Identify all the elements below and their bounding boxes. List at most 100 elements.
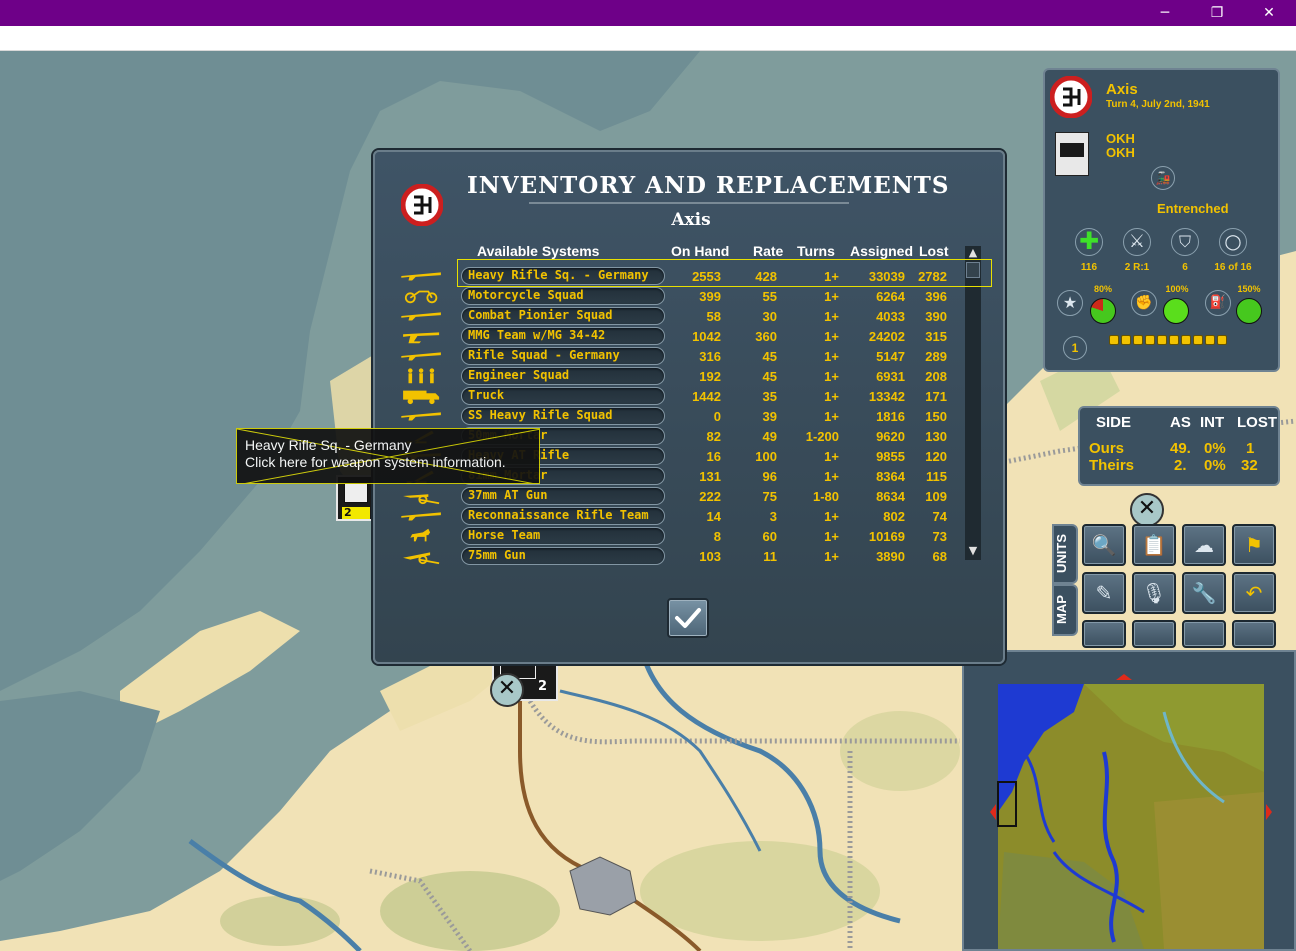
inventory-row[interactable]: SS Heavy Rifle Squad 0 39 1+ 1816 150	[375, 406, 975, 426]
col-lost[interactable]: Lost	[919, 243, 949, 259]
system-name[interactable]: MMG Team w/MG 34-42	[468, 328, 605, 342]
tab-units[interactable]: UNITS	[1052, 524, 1078, 584]
maximize-button[interactable]: ❐	[1194, 0, 1240, 26]
inventory-row[interactable]: Motorcycle Squad 399 55 1+ 6264 396	[375, 286, 975, 306]
on-hand-value: 192	[699, 369, 721, 384]
ok-button[interactable]	[667, 598, 709, 638]
window-titlebar: ─ ❐ ✕	[0, 0, 1296, 26]
col-turns[interactable]: Turns	[797, 243, 835, 259]
assigned-value: 802	[883, 509, 905, 524]
inventory-row[interactable]: Horse Team 8 60 1+ 10169 73	[375, 526, 975, 546]
col-available-systems[interactable]: Available Systems	[477, 243, 599, 259]
clipboard-tools-icon[interactable]: ✎	[1082, 572, 1126, 614]
on-hand-value: 16	[706, 449, 721, 464]
combat-ratio-icon[interactable]: ⚔	[1123, 228, 1151, 256]
turns-value: 1+	[824, 349, 839, 364]
minimize-button[interactable]: ─	[1142, 0, 1188, 26]
hq-name-secondary: OKH	[1106, 145, 1135, 160]
rifle-icon[interactable]	[397, 507, 447, 525]
inventory-row[interactable]: Truck 1442 35 1+ 13342 171	[375, 386, 975, 406]
flag-icon[interactable]: ⚑	[1232, 524, 1276, 566]
rifle-icon[interactable]	[397, 267, 447, 285]
train-icon[interactable]: 🚂	[1151, 166, 1175, 190]
close-button[interactable]: ✕	[1246, 0, 1292, 26]
unit-strength: 2	[538, 679, 548, 694]
microphone-icon[interactable]: 🎙	[1132, 572, 1176, 614]
system-name[interactable]: Combat Pionier Squad	[468, 308, 613, 322]
machine-gun-icon[interactable]	[397, 327, 447, 345]
list-scrollbar[interactable]	[965, 246, 981, 560]
horse-icon[interactable]	[397, 527, 447, 545]
inventory-row[interactable]: 75mm Gun 103 11 1+ 3890 68	[375, 546, 975, 566]
scroll-down-icon[interactable]: ▼	[965, 544, 981, 558]
assigned-value: 13342	[868, 389, 905, 404]
rifle-icon[interactable]	[397, 347, 447, 365]
system-name[interactable]: Engineer Squad	[468, 368, 569, 382]
turns-value: 1+	[824, 509, 839, 524]
truck-icon[interactable]	[397, 387, 447, 405]
system-name[interactable]: Truck	[468, 388, 504, 402]
assigned-value: 8634	[876, 489, 905, 504]
assigned-value: 1816	[876, 409, 905, 424]
summary-header-lost: LOST	[1237, 414, 1277, 431]
shield-icon[interactable]: ⛉	[1171, 228, 1199, 256]
ring-icon[interactable]: ○	[1219, 228, 1247, 256]
engineers-icon[interactable]	[397, 367, 447, 385]
clipboard-wrench-icon[interactable]: 🔧	[1182, 572, 1226, 614]
system-name[interactable]: SS Heavy Rifle Squad	[468, 408, 613, 422]
scroll-up-icon[interactable]: ▲	[965, 246, 981, 260]
hq-name-primary: OKH	[1106, 131, 1135, 146]
inventory-row[interactable]: Engineer Squad 192 45 1+ 6931 208	[375, 366, 975, 386]
col-assigned[interactable]: Assigned	[850, 243, 913, 259]
fuel-icon[interactable]: ⛽	[1205, 290, 1231, 316]
system-name[interactable]: Reconnaissance Rifle Team	[468, 508, 649, 522]
rate-value: 11	[763, 549, 777, 564]
step-dot	[1145, 335, 1155, 345]
clipboard-icon[interactable]: 📋	[1132, 524, 1176, 566]
fist-icon[interactable]: ✊	[1131, 290, 1157, 316]
system-name[interactable]: Motorcycle Squad	[468, 288, 584, 302]
dialog-side-label: Axis	[671, 210, 711, 230]
tool-button-partial[interactable]	[1182, 620, 1226, 648]
system-name[interactable]: 37mm AT Gun	[468, 488, 547, 502]
combat-marker-icon[interactable]: ✕	[490, 673, 524, 707]
inventory-row[interactable]: MMG Team w/MG 34-42 1042 360 1+ 24202 315	[375, 326, 975, 346]
magnifier-icon[interactable]: 🔍	[1082, 524, 1126, 566]
turns-value: 1+	[824, 329, 839, 344]
motorcycle-icon[interactable]	[397, 287, 447, 305]
field-gun-icon[interactable]	[397, 547, 447, 565]
tool-panel: UNITS MAP 🔍 📋 ☁ ⚑ ✎ 🎙 🔧 ↶	[1052, 520, 1280, 650]
system-name[interactable]: 75mm Gun	[468, 548, 526, 562]
hq-counter-icon[interactable]	[1055, 132, 1089, 176]
rifle-icon[interactable]	[397, 307, 447, 325]
rifle-icon[interactable]	[397, 407, 447, 425]
tool-button-partial[interactable]	[1132, 620, 1176, 648]
weather-icon[interactable]: ☁	[1182, 524, 1226, 566]
col-on-hand[interactable]: On Hand	[671, 243, 729, 259]
tab-map[interactable]: MAP	[1052, 584, 1078, 636]
experience-level-badge[interactable]: 1	[1063, 336, 1087, 360]
undo-icon[interactable]: ↶	[1232, 572, 1276, 614]
inventory-row[interactable]: 37mm AT Gun 222 75 1-80 8634 109	[375, 486, 975, 506]
assigned-value: 9855	[876, 449, 905, 464]
inventory-row[interactable]: Combat Pionier Squad 58 30 1+ 4033 390	[375, 306, 975, 326]
system-name[interactable]: Rifle Squad - Germany	[468, 348, 620, 362]
tool-button-partial[interactable]	[1082, 620, 1126, 648]
step-dot	[1193, 335, 1203, 345]
lost-value: 74	[932, 509, 947, 524]
rate-value: 360	[755, 329, 777, 344]
tooltip: Heavy Rifle Sq. - Germany Click here for…	[236, 428, 540, 484]
stat-defense: 6	[1182, 262, 1188, 273]
col-rate[interactable]: Rate	[753, 243, 783, 259]
lost-value: 315	[925, 329, 947, 344]
system-name[interactable]: Horse Team	[468, 528, 540, 542]
inventory-row[interactable]: Rifle Squad - Germany 316 45 1+ 5147 289	[375, 346, 975, 366]
on-hand-value: 58	[706, 309, 721, 324]
star-icon[interactable]: ★	[1057, 290, 1083, 316]
at-gun-icon[interactable]	[397, 487, 447, 505]
replacements-icon[interactable]: ✚	[1075, 228, 1103, 256]
minimap[interactable]	[962, 650, 1296, 951]
tool-button-partial[interactable]	[1232, 620, 1276, 648]
inventory-row[interactable]: Reconnaissance Rifle Team 14 3 1+ 802 74	[375, 506, 975, 526]
lost-value: 120	[925, 449, 947, 464]
